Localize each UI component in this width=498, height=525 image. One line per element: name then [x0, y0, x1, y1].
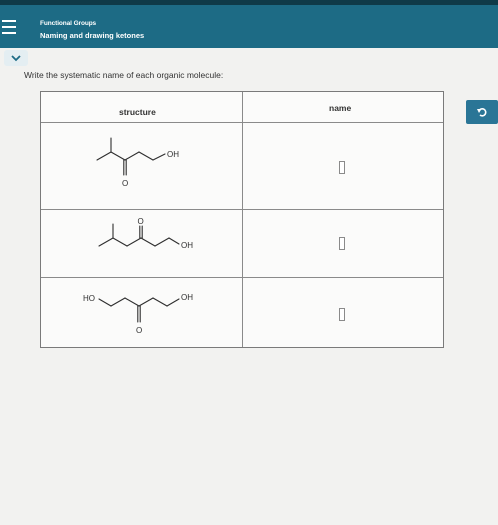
header-subtitle: Naming and drawing ketones	[40, 31, 145, 40]
structure-column-header: structure	[119, 107, 156, 117]
row-divider	[41, 277, 443, 278]
molecule-structure-3: HO O OH	[83, 293, 193, 335]
name-answer-field-1[interactable]	[339, 161, 345, 174]
collapse-header-button[interactable]	[4, 50, 28, 66]
undo-button[interactable]	[466, 100, 498, 124]
header-top-edge	[0, 0, 498, 5]
header-row-divider	[41, 122, 443, 123]
header-title: Functional Groups	[40, 20, 97, 27]
carbonyl-oxygen-label: O	[138, 217, 144, 226]
column-divider	[242, 92, 243, 347]
chevron-down-icon	[11, 55, 21, 62]
hydroxyl-label: OH	[167, 150, 179, 159]
carbonyl-oxygen-label: O	[122, 179, 128, 188]
undo-arrow-icon	[477, 108, 487, 117]
molecule-structure-2: O OH	[98, 217, 193, 250]
name-answer-field-2[interactable]	[339, 237, 345, 250]
row-divider	[41, 209, 443, 210]
hamburger-menu-icon[interactable]	[2, 20, 16, 34]
name-column-header: name	[329, 103, 352, 113]
hydroxyl-label-right: OH	[181, 293, 193, 302]
name-answer-field-3[interactable]	[339, 308, 345, 321]
carbonyl-oxygen-label: O	[136, 326, 142, 335]
hydroxyl-label-left: HO	[83, 294, 95, 303]
molecules-table: structure name OH O O OH HO O OH	[40, 91, 444, 348]
molecule-structure-1: OH O	[96, 137, 179, 188]
hydroxyl-label: OH	[181, 241, 193, 250]
top-header-bar: Functional Groups Naming and drawing ket…	[0, 0, 498, 48]
instructions-text: Write the systematic name of each organi…	[24, 70, 224, 80]
